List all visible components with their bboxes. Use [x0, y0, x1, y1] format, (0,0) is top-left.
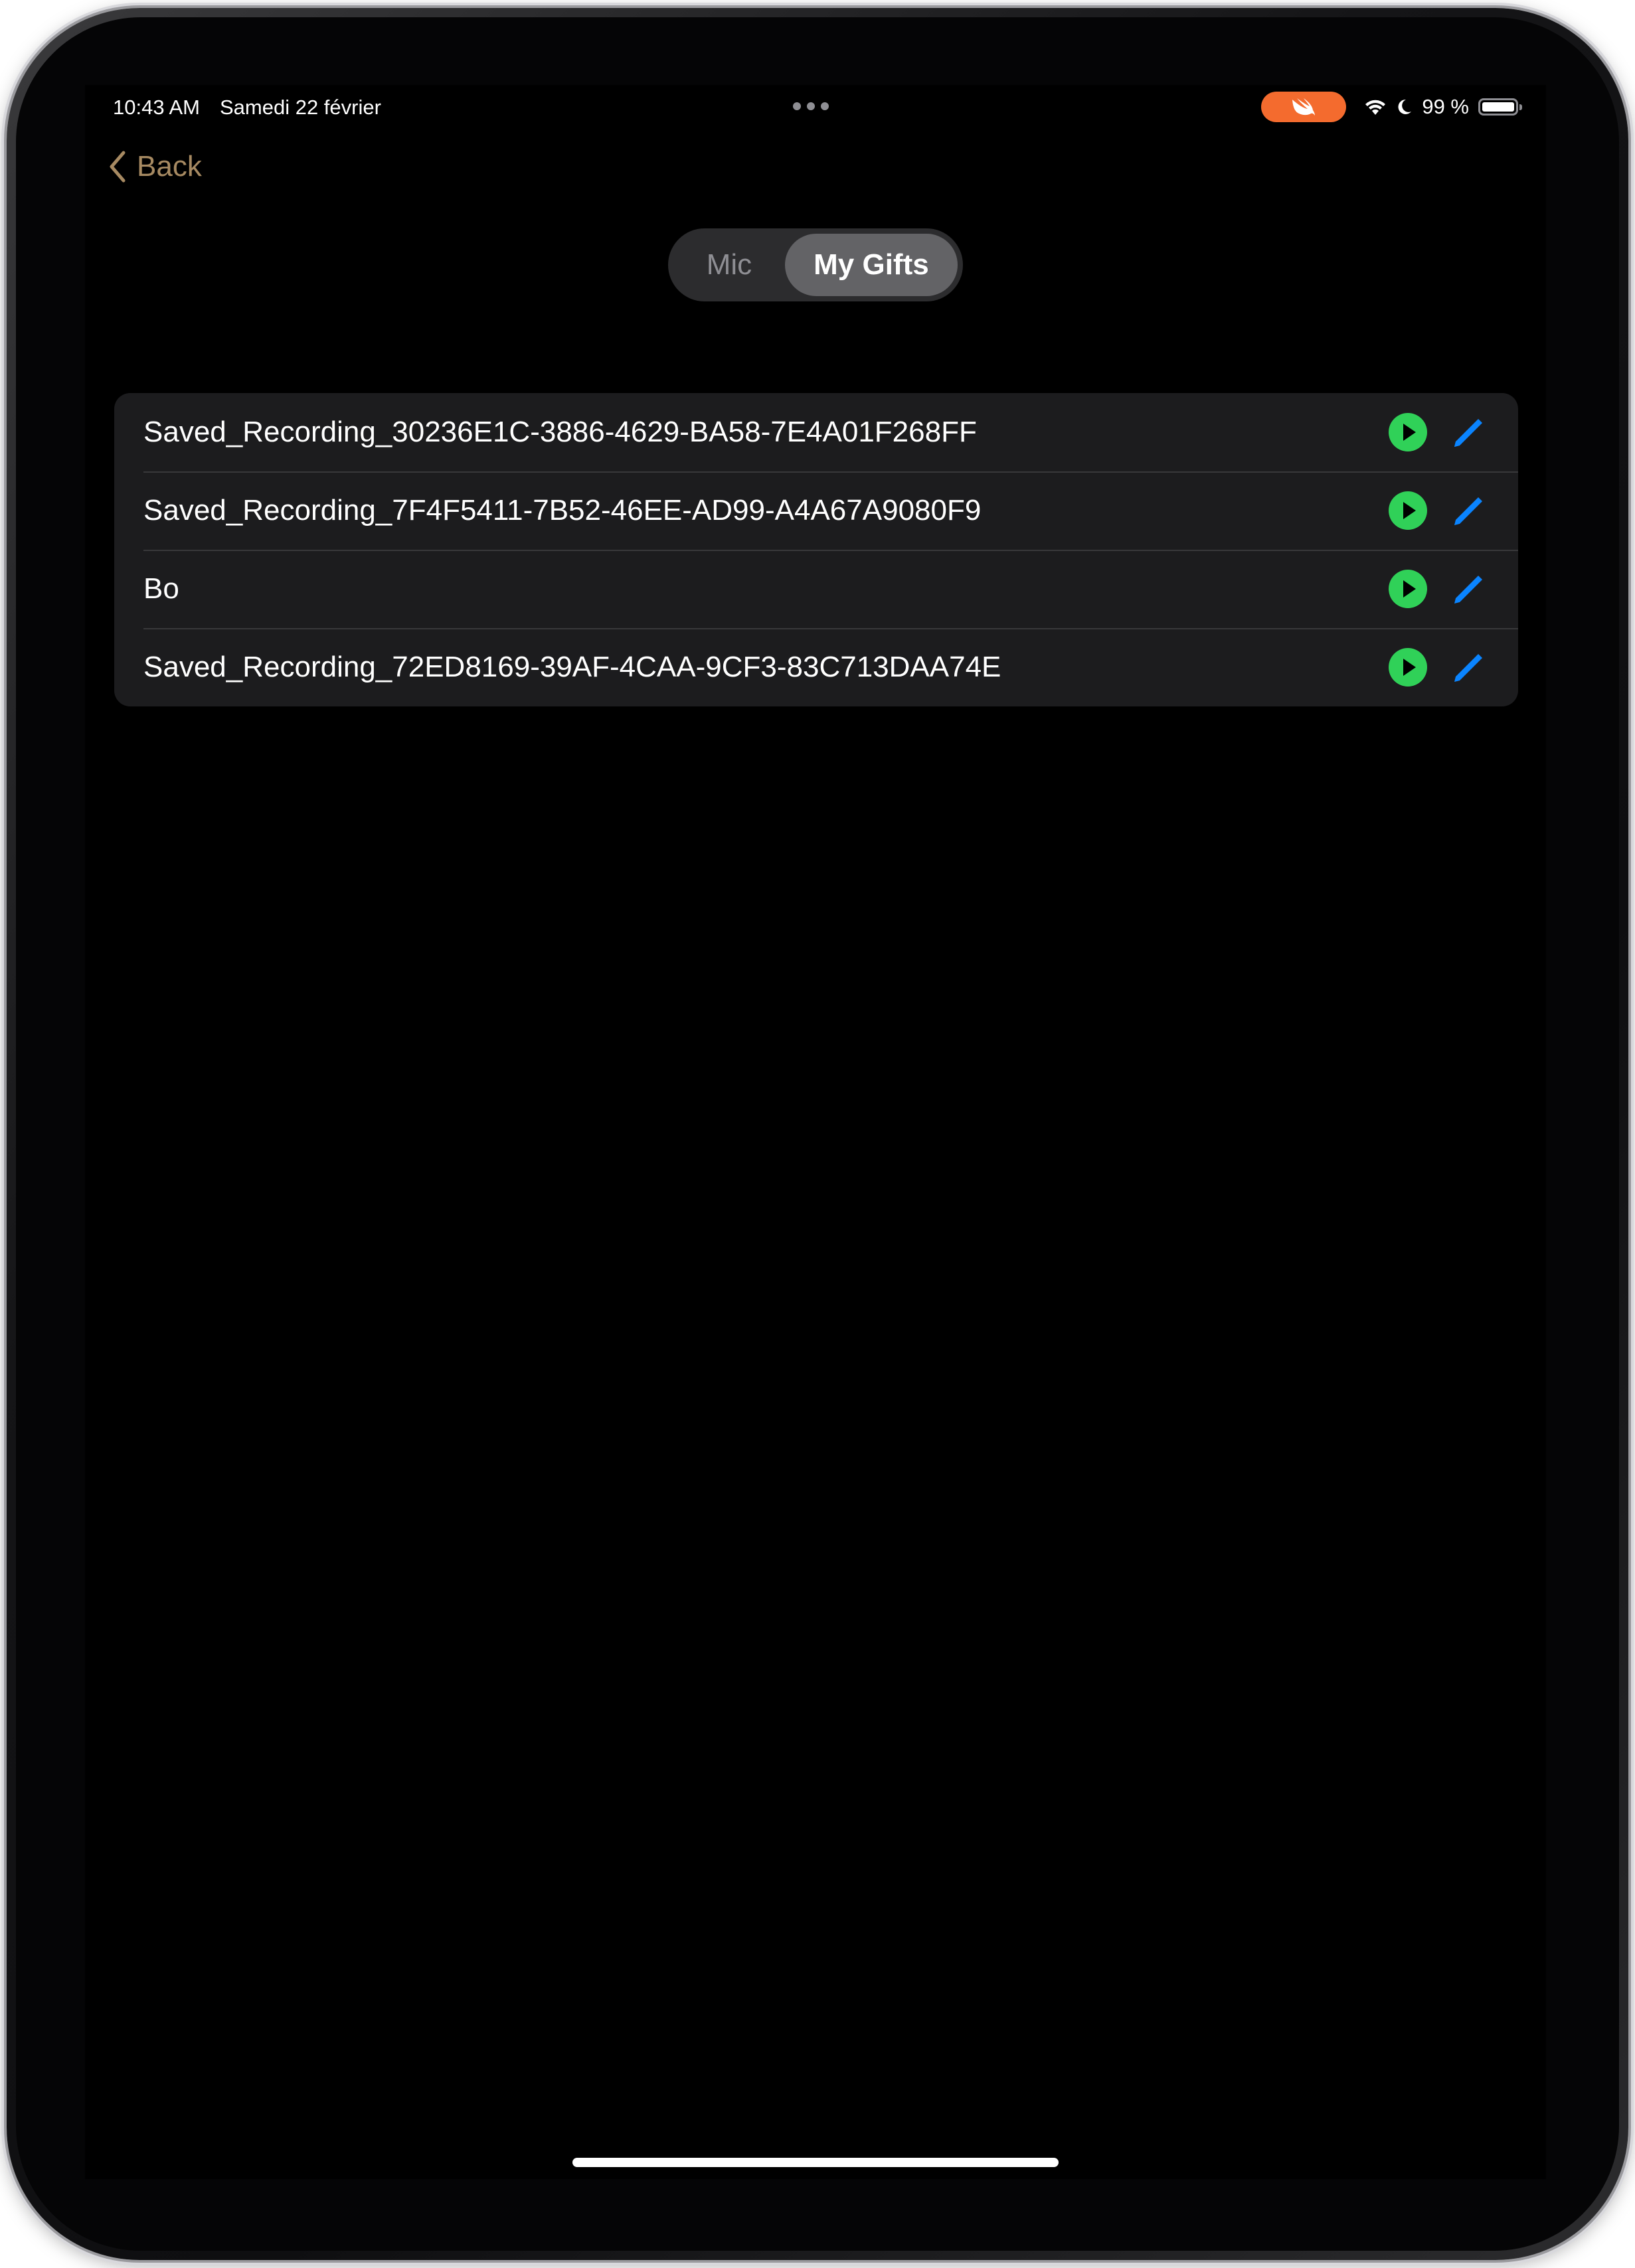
battery-percentage: 99 % — [1422, 95, 1469, 118]
edit-button[interactable] — [1446, 411, 1489, 453]
segment-my-gifts[interactable]: My Gifts — [784, 234, 958, 296]
status-time: 10:43 AM — [113, 96, 200, 119]
play-button[interactable] — [1387, 489, 1429, 532]
battery-level — [1482, 102, 1514, 112]
status-bar-left: 10:43 AM Samedi 22 février — [113, 96, 381, 120]
multitasking-dots-icon[interactable] — [793, 102, 829, 110]
play-circle-icon — [1389, 413, 1427, 451]
segment-mic[interactable]: Mic — [673, 234, 785, 296]
home-indicator[interactable] — [572, 2158, 1059, 2167]
recording-title: Saved_Recording_7F4F5411-7B52-46EE-AD99-… — [143, 494, 982, 526]
recording-title: Bo — [143, 572, 179, 605]
play-circle-icon — [1389, 491, 1427, 530]
status-bar-right: 99 % — [1261, 92, 1522, 122]
mode-segmented-control: Mic My Gifts — [668, 228, 963, 301]
play-button[interactable] — [1387, 568, 1429, 610]
play-circle-icon — [1389, 648, 1427, 687]
pencil-icon — [1454, 497, 1482, 525]
edit-button[interactable] — [1446, 568, 1489, 610]
list-item[interactable]: Saved_Recording_30236E1C-3886-4629-BA58-… — [114, 393, 1518, 471]
chevron-left-icon — [110, 151, 126, 183]
swift-icon — [1292, 98, 1316, 116]
play-circle-icon — [1389, 570, 1427, 608]
edit-button[interactable] — [1446, 646, 1489, 688]
list-item[interactable]: Saved_Recording_72ED8169-39AF-4CAA-9CF3-… — [114, 628, 1518, 706]
battery-icon — [1478, 98, 1522, 116]
back-button[interactable]: Back — [108, 150, 202, 183]
list-item[interactable]: Saved_Recording_7F4F5411-7B52-46EE-AD99-… — [114, 471, 1518, 550]
recording-title: Saved_Recording_30236E1C-3886-4629-BA58-… — [143, 416, 977, 448]
status-date: Samedi 22 février — [219, 96, 381, 119]
back-label: Back — [137, 150, 202, 183]
screen: 10:43 AM Samedi 22 février 99 % Back Mic… — [85, 85, 1546, 2179]
play-button[interactable] — [1387, 646, 1429, 688]
recordings-list: Saved_Recording_30236E1C-3886-4629-BA58-… — [114, 393, 1518, 706]
pencil-icon — [1454, 654, 1482, 682]
moon-icon — [1398, 99, 1412, 114]
pencil-icon — [1454, 576, 1482, 604]
play-button[interactable] — [1387, 411, 1429, 453]
wifi-icon — [1365, 100, 1386, 115]
recording-title: Saved_Recording_72ED8169-39AF-4CAA-9CF3-… — [143, 651, 1001, 683]
swift-playgrounds-indicator[interactable] — [1261, 92, 1347, 122]
edit-button[interactable] — [1446, 489, 1489, 532]
list-item[interactable]: Bo — [114, 550, 1518, 628]
pencil-icon — [1454, 419, 1482, 447]
